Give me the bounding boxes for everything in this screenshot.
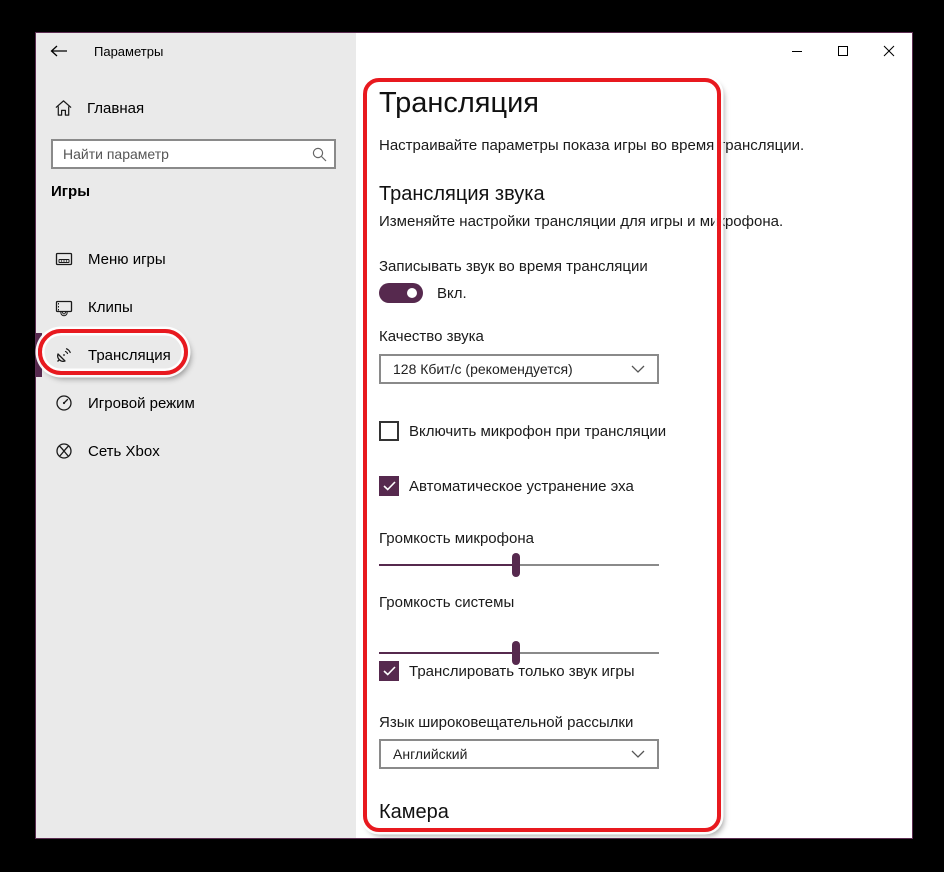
sidebar-item-home[interactable]: Главная xyxy=(54,93,338,123)
back-button[interactable] xyxy=(36,33,82,69)
sidebar-item-label: Меню игры xyxy=(88,251,166,268)
search-icon[interactable] xyxy=(304,147,334,162)
sidebar-item-label: Главная xyxy=(87,100,144,117)
sidebar-item-label: Клипы xyxy=(88,299,133,316)
sidebar-item-label: Сеть Xbox xyxy=(88,443,160,460)
sidebar-item-game-mode[interactable]: Игровой режим xyxy=(36,381,356,425)
sidebar-item-game-menu[interactable]: Меню игры xyxy=(36,237,356,281)
xbox-icon xyxy=(54,441,74,461)
annotation-highlight-main-panel xyxy=(363,78,721,832)
game-bar-icon xyxy=(54,249,74,269)
close-icon xyxy=(883,45,895,57)
game-mode-icon xyxy=(54,393,74,413)
minimize-button[interactable] xyxy=(774,33,820,69)
screenshot-page: Параметры Главная Игры Меню игры xyxy=(0,0,944,872)
search-input[interactable] xyxy=(53,146,304,162)
maximize-icon xyxy=(837,45,849,57)
sidebar-item-label: Игровой режим xyxy=(88,395,195,412)
close-button[interactable] xyxy=(866,33,912,69)
sidebar: Параметры Главная Игры Меню игры xyxy=(36,33,356,838)
sidebar-section-title: Игры xyxy=(51,183,90,200)
clips-icon xyxy=(54,297,74,317)
annotation-highlight-sidebar-broadcast xyxy=(38,329,188,375)
window-title: Параметры xyxy=(94,44,163,59)
window-controls xyxy=(774,33,912,69)
maximize-button[interactable] xyxy=(820,33,866,69)
search-box[interactable] xyxy=(51,139,336,169)
back-arrow-icon xyxy=(50,45,68,57)
sidebar-item-xbox-network[interactable]: Сеть Xbox xyxy=(36,429,356,473)
sidebar-item-clips[interactable]: Клипы xyxy=(36,285,356,329)
home-icon xyxy=(54,99,73,117)
titlebar-left: Параметры xyxy=(36,33,356,69)
minimize-icon xyxy=(791,45,803,57)
